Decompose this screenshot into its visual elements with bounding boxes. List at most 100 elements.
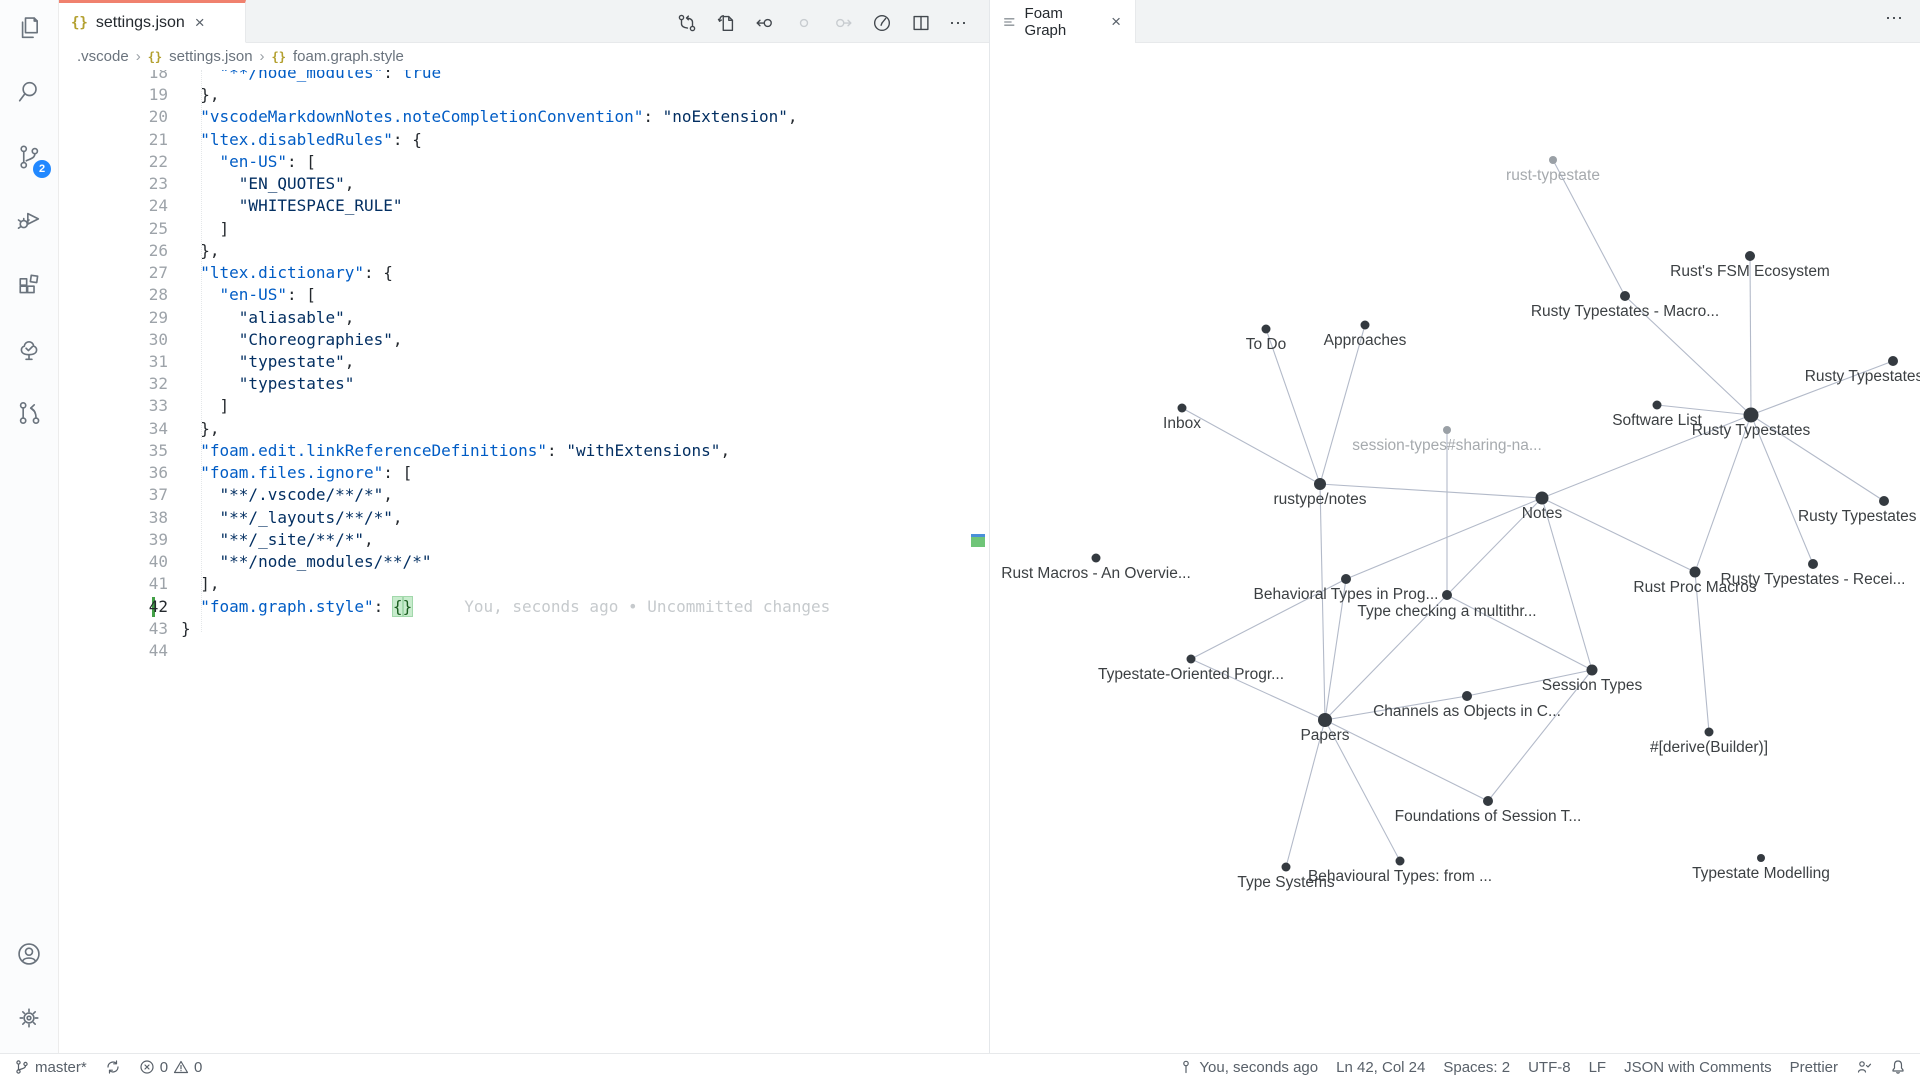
graph-node-rustype-notes[interactable] [1314, 478, 1326, 490]
graph-node-typecheck[interactable] [1442, 590, 1452, 600]
code-line-39[interactable]: 39 "**/_site/**/*", [59, 529, 990, 551]
feedback-status[interactable] [1856, 1054, 1872, 1080]
graph-node-rusty-macro[interactable] [1620, 291, 1630, 301]
breadcrumb-settings-json[interactable]: settings.json [169, 48, 252, 65]
graph-node-approaches[interactable] [1361, 321, 1370, 330]
code-line-35[interactable]: 35 "foam.edit.linkReferenceDefinitions":… [59, 440, 990, 462]
graph-node-rust-typestate[interactable] [1549, 156, 1557, 164]
explorer-icon[interactable] [0, 2, 58, 54]
code-line-23[interactable]: 23 "EN_QUOTES", [59, 173, 990, 195]
graph-node-typesystems[interactable] [1282, 863, 1291, 872]
code-line-18[interactable]: 18 "**/node_modules": true [59, 70, 990, 84]
run-icon[interactable] [871, 12, 893, 34]
graph-node-rust-macros[interactable] [1092, 554, 1101, 563]
code-line-38[interactable]: 38 "**/_layouts/**/*", [59, 507, 990, 529]
graph-node-modelling[interactable] [1757, 854, 1765, 862]
code-line-25[interactable]: 25 ] [59, 218, 990, 240]
code-line-20[interactable]: 20 "vscodeMarkdownNotes.noteCompletionCo… [59, 106, 990, 128]
sync-status[interactable] [105, 1054, 121, 1080]
code-line-32[interactable]: 32 "typestates" [59, 373, 990, 395]
code-token: "EN_QUOTES" [239, 174, 345, 193]
graph-node-typestate-oriented[interactable] [1187, 655, 1196, 664]
graph-node-session-sharing[interactable] [1443, 426, 1451, 434]
source-control-icon[interactable]: 2 [0, 131, 58, 183]
code-token [181, 352, 239, 371]
formatter-status[interactable]: Prettier [1790, 1054, 1838, 1080]
graph-node-session-types[interactable] [1587, 665, 1598, 676]
tab-foam-graph[interactable]: Foam Graph × [990, 0, 1136, 43]
code-line-33[interactable]: 33 ] [59, 395, 990, 417]
code-line-31[interactable]: 31 "typestate", [59, 351, 990, 373]
code-line-29[interactable]: 29 "aliasable", [59, 307, 990, 329]
code-token: "WHITESPACE_RULE" [239, 196, 403, 215]
code-token: }, [200, 419, 219, 438]
code-line-24[interactable]: 24 "WHITESPACE_RULE" [59, 195, 990, 217]
settings-gear-icon[interactable] [0, 992, 58, 1044]
graph-node-channels[interactable] [1462, 691, 1472, 701]
graph-node-rusty-right[interactable] [1879, 496, 1889, 506]
navigate-forward-icon[interactable] [832, 12, 854, 34]
code-line-36[interactable]: 36 "foam.files.ignore": [ [59, 462, 990, 484]
breadcrumb-foam-graph-style[interactable]: foam.graph.style [293, 48, 404, 65]
eol-setting[interactable]: LF [1589, 1054, 1607, 1080]
code-line-26[interactable]: 26 }, [59, 240, 990, 262]
graph-node-todo[interactable] [1262, 325, 1271, 334]
graph-node-inbox[interactable] [1178, 404, 1187, 413]
open-settings-icon[interactable] [715, 12, 737, 34]
graph-node-derive-builder[interactable] [1705, 728, 1714, 737]
run-and-debug-icon[interactable] [0, 194, 58, 246]
todo-tree-icon[interactable] [0, 324, 58, 376]
code-line-27[interactable]: 27 "ltex.dictionary": { [59, 262, 990, 284]
graph-node-fsm[interactable] [1745, 251, 1755, 261]
code-line-41[interactable]: 41 ], [59, 573, 990, 595]
open-changes-icon[interactable] [676, 12, 698, 34]
notifications-status[interactable] [1890, 1054, 1906, 1080]
blame-status[interactable]: You, seconds ago [1178, 1054, 1318, 1080]
search-icon[interactable] [0, 66, 58, 118]
code-line-42[interactable]: 42 "foam.graph.style": {}You, seconds ag… [59, 596, 990, 618]
graph-node-behavioral[interactable] [1341, 574, 1351, 584]
breakpoint-icon[interactable] [793, 12, 815, 34]
code-line-44[interactable]: 44 [59, 640, 990, 662]
code-line-30[interactable]: 30 "Choreographies", [59, 329, 990, 351]
foam-graph-canvas[interactable]: rust-typestateRusty Typestates - Macro..… [990, 43, 1920, 1053]
close-tab-icon[interactable]: × [193, 13, 207, 33]
problems-status[interactable]: 0 0 [139, 1054, 203, 1080]
graph-node-behavioural-from[interactable] [1396, 857, 1405, 866]
graph-node-software-list[interactable] [1653, 401, 1662, 410]
graph-node-notes[interactable] [1536, 492, 1549, 505]
code-line-28[interactable]: 28 "en-US": [ [59, 284, 990, 306]
more-actions-icon[interactable]: ⋯ [1885, 8, 1904, 29]
indentation-setting[interactable]: Spaces: 2 [1443, 1054, 1510, 1080]
graph-node-papers[interactable] [1318, 713, 1332, 727]
graph-node-foundations[interactable] [1483, 796, 1493, 806]
code-line-19[interactable]: 19 }, [59, 84, 990, 106]
tab-label: settings.json [96, 14, 185, 32]
code-editor[interactable]: 18 "**/node_modules": true19 },20 "vscod… [59, 70, 990, 1053]
tab-settings-json[interactable]: {} settings.json × [59, 0, 246, 43]
git-graph-icon[interactable] [0, 387, 58, 439]
close-tab-icon[interactable]: × [1109, 12, 1123, 32]
graph-node-rusty-hub[interactable] [1744, 408, 1759, 423]
language-mode[interactable]: JSON with Comments [1624, 1054, 1772, 1080]
breadcrumb-vscode[interactable]: .vscode [77, 48, 129, 65]
encoding-setting[interactable]: UTF-8 [1528, 1054, 1571, 1080]
line-number: 29 [59, 307, 168, 329]
extensions-icon[interactable] [0, 259, 58, 311]
split-editor-icon[interactable] [910, 12, 932, 34]
code-line-34[interactable]: 34 }, [59, 418, 990, 440]
code-line-21[interactable]: 21 "ltex.disabledRules": { [59, 129, 990, 151]
graph-node-procmacros[interactable] [1690, 567, 1701, 578]
cursor-position[interactable]: Ln 42, Col 24 [1336, 1054, 1425, 1080]
code-line-37[interactable]: 37 "**/.vscode/**/*", [59, 484, 990, 506]
graph-node-rusty-top[interactable] [1888, 356, 1898, 366]
more-actions-icon[interactable]: ⋯ [949, 13, 968, 34]
navigate-back-icon[interactable] [754, 12, 776, 34]
graph-node-rusty-recei[interactable] [1808, 559, 1818, 569]
code-line-40[interactable]: 40 "**/node_modules/**/*" [59, 551, 990, 573]
code-line-43[interactable]: 43} [59, 618, 990, 640]
accounts-icon[interactable] [0, 928, 58, 980]
git-branch-status[interactable]: master* [14, 1054, 87, 1080]
code-token: "aliasable" [239, 308, 345, 327]
code-line-22[interactable]: 22 "en-US": [ [59, 151, 990, 173]
